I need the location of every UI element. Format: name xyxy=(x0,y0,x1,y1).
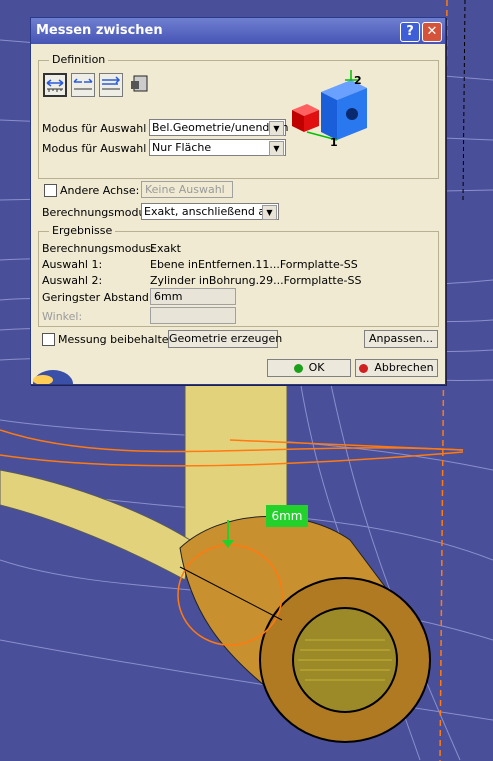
chevron-down-icon[interactable]: ▼ xyxy=(269,121,284,136)
andere-achse-label: Andere Achse: xyxy=(60,184,140,197)
ok-label: OK xyxy=(308,361,325,374)
title-bar[interactable]: Messen zwischen ? ✕ xyxy=(31,18,445,44)
definition-legend: Definition xyxy=(49,53,109,66)
measurement-label: 6mm xyxy=(266,505,308,527)
ergebnisse-legend: Ergebnisse xyxy=(49,224,116,237)
geometrie-erzeugen-button[interactable]: Geometrie erzeugen xyxy=(168,330,282,348)
result-value: Exakt xyxy=(150,242,181,255)
chevron-down-icon[interactable]: ▼ xyxy=(262,205,277,220)
geringster-abstand-value: 6mm xyxy=(154,290,183,303)
berechnungsmodus-value: Exakt, anschließend ang xyxy=(144,205,262,218)
result-value: Ebene inEntfernen.11...Formplatte-SS xyxy=(150,258,358,271)
result-label: Berechnungsmodus: xyxy=(42,242,155,255)
messung-beibehalten-checkbox[interactable] xyxy=(42,333,55,346)
planet-logo-icon xyxy=(33,370,73,384)
measure-item-icon[interactable] xyxy=(129,73,153,97)
andere-achse-placeholder: Keine Auswahl xyxy=(145,183,225,196)
modus2-dropdown[interactable]: Nur Fläche ▼ xyxy=(149,139,286,156)
result-label: Auswahl 2: xyxy=(42,274,103,287)
measure-between-icon[interactable] xyxy=(43,73,67,97)
chevron-down-icon[interactable]: ▼ xyxy=(269,141,284,156)
result-label: Auswahl 1: xyxy=(42,258,103,271)
andere-achse-checkbox[interactable] xyxy=(44,184,57,197)
modus2-value: Nur Fläche xyxy=(152,141,212,154)
preview-label-2: 2 xyxy=(354,74,362,87)
geringster-abstand-field: 6mm xyxy=(150,288,236,305)
modus1-dropdown[interactable]: Bel.Geometrie/unendlich ▼ xyxy=(149,119,289,136)
ok-button[interactable]: OK xyxy=(267,359,351,377)
andere-achse-field[interactable]: Keine Auswahl xyxy=(141,181,233,198)
anpassen-button[interactable]: Anpassen... xyxy=(364,330,438,348)
messung-beibehalten-label: Messung beibehalten xyxy=(58,333,176,346)
berechnungsmodus-dropdown[interactable]: Exakt, anschließend ang ▼ xyxy=(141,203,279,220)
abbrechen-button[interactable]: Abbrechen xyxy=(355,359,438,377)
berechnungsmodus-label: Berechnungsmodus: xyxy=(42,206,155,219)
ok-icon xyxy=(293,363,303,373)
winkel-field xyxy=(150,307,236,324)
result-value: Zylinder inBohrung.29...Formplatte-SS xyxy=(150,274,362,287)
modus2-label: Modus für Auswahl 2: xyxy=(42,142,161,155)
preview-label-1: 1 xyxy=(330,136,338,149)
measure-chain-icon[interactable] xyxy=(71,73,95,97)
help-button[interactable]: ? xyxy=(400,22,420,42)
winkel-label: Winkel: xyxy=(42,310,83,323)
measure-between-dialog: Messen zwischen ? ✕ Definition 2 1 Modus… xyxy=(30,17,446,385)
selection-preview-icon: 2 1 xyxy=(292,70,367,149)
cancel-icon xyxy=(359,363,369,373)
close-button[interactable]: ✕ xyxy=(422,22,442,42)
abbrechen-label: Abbrechen xyxy=(374,361,434,374)
geringster-abstand-label: Geringster Abstand: xyxy=(42,291,153,304)
window-title: Messen zwischen xyxy=(36,23,163,38)
measure-fan-icon[interactable] xyxy=(99,73,123,97)
modus1-label: Modus für Auswahl 1: xyxy=(42,122,161,135)
